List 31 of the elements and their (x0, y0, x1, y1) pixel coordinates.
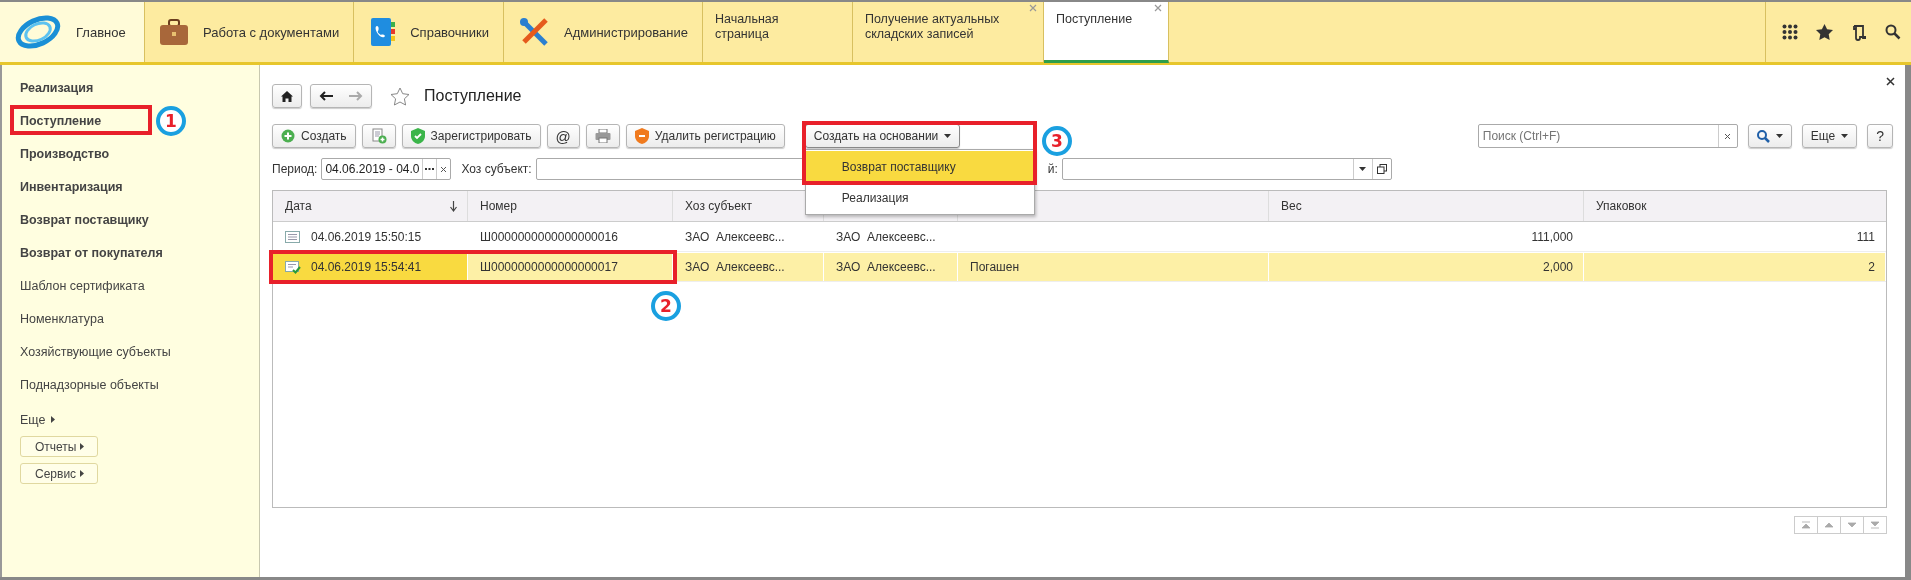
table-cell: 04.06.2019 15:50:15 (311, 230, 422, 244)
table-cell: 111,000 (1531, 230, 1573, 244)
header-label: Хоз субъект (685, 199, 753, 213)
table-cell: ЗАО Алексеевс... (836, 230, 936, 244)
header-label: Упаковок (1596, 199, 1647, 213)
table-cell: 111 (1856, 230, 1875, 244)
header-label: Вес (1281, 199, 1302, 213)
form-title: Поступление (424, 87, 522, 105)
tab-label: Начальная страница (714, 12, 780, 42)
section-label: Администрирование (564, 24, 688, 40)
section-label: Главное (76, 24, 126, 40)
section-label: Работа с документами (203, 24, 340, 40)
filter-label: й: (1047, 162, 1058, 176)
table-cell: 2 (1868, 260, 1875, 274)
table-cell: 2,000 (1542, 260, 1573, 274)
table-cell: Ш0000000000000000016 (480, 230, 618, 244)
table-cell: Погашен (970, 260, 1019, 274)
table-cell: ЗАО Алексеевс... (685, 260, 785, 274)
table-cell: ЗАО Алексеевс... (836, 260, 936, 274)
table-cell: ЗАО Алексеевс... (685, 230, 785, 244)
table-cell: 04.06.2019 15:54:41 (311, 260, 422, 274)
callout-number: 2 (651, 291, 681, 321)
tab-label: Получение актуальных складских записей (864, 12, 1001, 42)
callout-number: 3 (1041, 126, 1072, 156)
section-label: Справочники (410, 24, 489, 40)
header-label: Дата (285, 199, 313, 213)
header-label: Номер (480, 199, 518, 213)
filter-label: Хоз субъект: (461, 162, 532, 176)
tab-label: Поступление (1055, 12, 1133, 27)
filter-label: Период: (272, 162, 318, 176)
table-cell: Ш0000000000000000017 (480, 260, 618, 274)
